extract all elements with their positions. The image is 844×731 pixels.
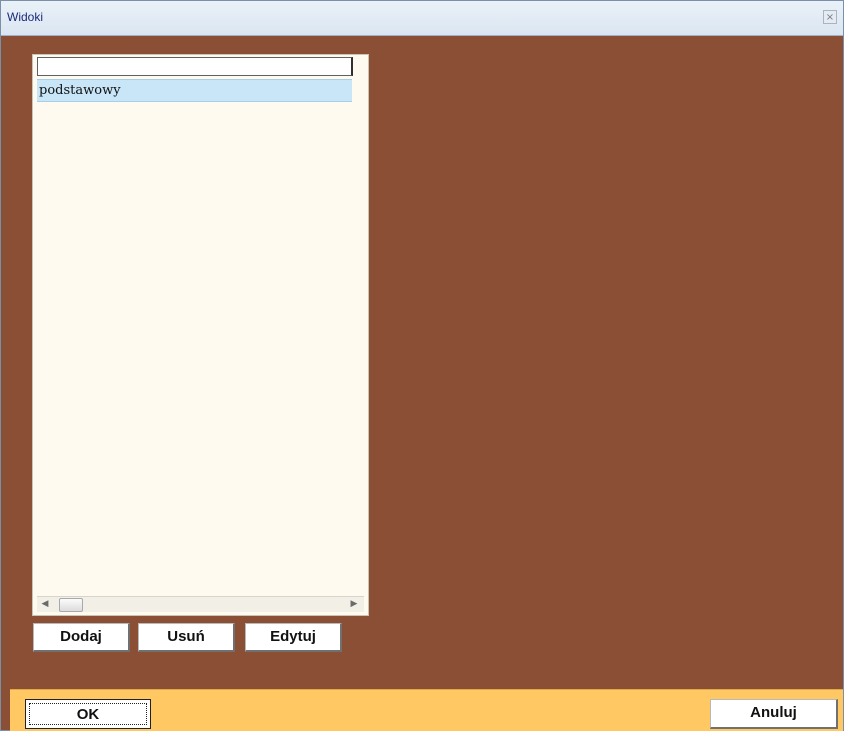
close-icon[interactable]: × [823,10,837,24]
edit-button[interactable]: Edytuj [245,623,342,652]
dialog-footer: OK Anuluj [10,689,843,731]
list-header[interactable] [37,57,353,76]
views-list[interactable]: podstawowy ◀ ▶ [32,54,369,616]
scroll-left-arrow-icon[interactable]: ◀ [37,597,53,612]
left-strip [1,36,10,730]
cancel-button[interactable]: Anuluj [710,699,838,729]
scroll-right-arrow-icon[interactable]: ▶ [346,597,362,612]
ok-button[interactable]: OK [25,699,151,729]
ok-button-label: OK [29,703,147,725]
title-bar: Widoki × [1,1,843,36]
remove-button[interactable]: Usuń [138,623,235,652]
add-button[interactable]: Dodaj [33,623,130,652]
horizontal-scrollbar[interactable]: ◀ ▶ [37,596,364,612]
window-title: Widoki [7,10,44,24]
scroll-thumb[interactable] [59,598,83,612]
views-dialog: Widoki × podstawowy ◀ ▶ Dodaj Usuń Edytu… [0,0,844,731]
list-item-selected[interactable]: podstawowy [37,79,352,102]
